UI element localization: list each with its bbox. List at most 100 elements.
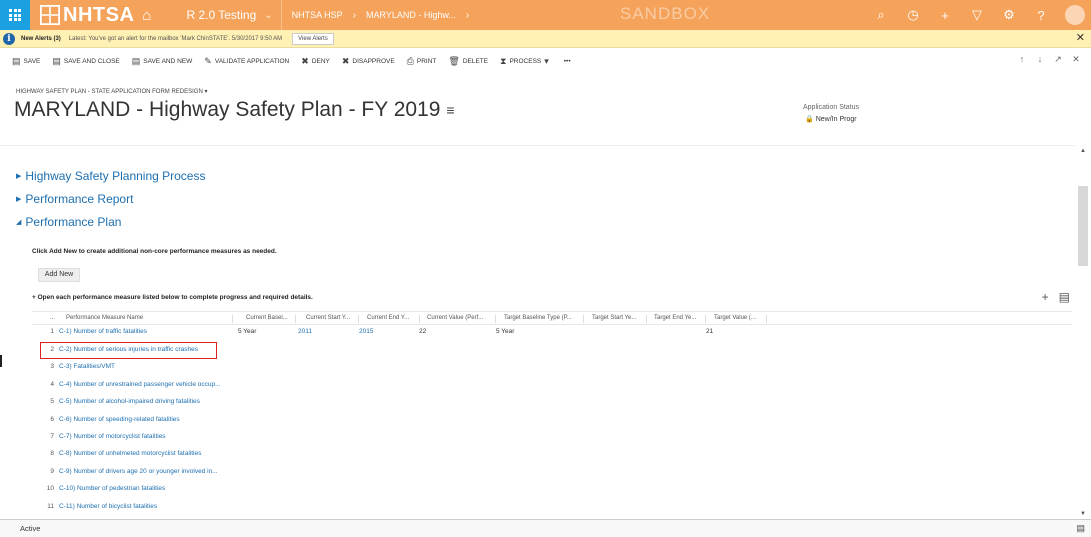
- process-icon: ⧗: [500, 55, 507, 66]
- column-divider: [705, 315, 706, 323]
- save-label: SAVE: [23, 57, 41, 65]
- table-row[interactable]: 5 C-5) Number of alcohol-impaired drivin…: [32, 394, 1072, 411]
- target-value-cell: 21: [706, 328, 714, 335]
- save-and-close-button[interactable]: ▤ SAVE AND CLOSE: [52, 56, 119, 67]
- measure-name-link[interactable]: C-6) Number of speeding-related fataliti…: [59, 416, 180, 423]
- deny-button[interactable]: ✖ DENY: [301, 56, 330, 67]
- section-performance-plan[interactable]: ◢ Performance Plan: [16, 215, 121, 229]
- nhtsa-logo[interactable]: NHTSA: [40, 0, 134, 30]
- save-button[interactable]: ▤ SAVE: [12, 56, 40, 67]
- page-title: MARYLAND - Highway Safety Plan - FY 2019…: [14, 98, 455, 122]
- end-year-cell[interactable]: 2015: [359, 328, 373, 335]
- column-header[interactable]: Current End Y...: [367, 315, 409, 321]
- table-row[interactable]: 8 C-8) Number of unhelmeted motorcyclist…: [32, 446, 1072, 463]
- scroll-down-icon[interactable]: ▼: [1080, 511, 1086, 517]
- disapprove-button[interactable]: ✖ DISAPPROVE: [342, 56, 395, 67]
- measure-name-link[interactable]: C-8) Number of unhelmeted motorcyclist f…: [59, 450, 201, 457]
- scroll-up-icon[interactable]: ▲: [1080, 148, 1086, 154]
- scroll-thumb[interactable]: [1078, 186, 1088, 266]
- print-button[interactable]: ⎙ PRINT: [407, 56, 437, 67]
- measure-name-link[interactable]: C-1) Number of traffic fatalities: [59, 328, 147, 335]
- home-icon[interactable]: ⌂: [142, 7, 151, 24]
- add-new-button[interactable]: Add New: [38, 268, 80, 282]
- disapprove-label: DISAPPROVE: [352, 57, 395, 65]
- column-header[interactable]: Target End Ye...: [654, 315, 696, 321]
- help-icon[interactable]: ?: [1025, 8, 1057, 23]
- form-selector[interactable]: HIGHWAY SAFETY PLAN - STATE APPLICATION …: [16, 88, 208, 95]
- column-header[interactable]: Current Start Y...: [306, 315, 350, 321]
- table-row[interactable]: 10 C-10) Number of pedestrian fatalities: [32, 481, 1072, 498]
- status-footer: Active ▤: [0, 519, 1091, 537]
- measure-name-link[interactable]: C-11) Number of bicyclist fatalities: [59, 503, 157, 510]
- release-label: R 2.0 Testing: [186, 8, 257, 22]
- breadcrumb-nhtsa-hsp[interactable]: NHTSA HSP ›: [292, 10, 356, 21]
- view-alerts-button[interactable]: View Alerts: [292, 32, 334, 45]
- alert-message: Latest: You've got an alert for the mail…: [68, 35, 283, 42]
- breadcrumb-record[interactable]: MARYLAND - Highw... ›: [366, 10, 469, 21]
- save-new-label: SAVE AND NEW: [143, 57, 193, 65]
- measure-name-link[interactable]: C-10) Number of pedestrian fatalities: [59, 485, 165, 492]
- table-row[interactable]: 6 C-6) Number of speeding-related fatali…: [32, 412, 1072, 429]
- create-icon[interactable]: +: [929, 8, 961, 23]
- table-row[interactable]: 11 C-11) Number of bicyclist fatalities: [32, 499, 1072, 516]
- row-number: 6: [50, 416, 54, 423]
- save-and-new-button[interactable]: ▤ SAVE AND NEW: [132, 56, 193, 67]
- status-value-text: New/In Progr: [815, 115, 857, 123]
- save-icon[interactable]: ▤: [1076, 523, 1085, 534]
- sandbox-watermark: SANDBOX: [620, 4, 711, 23]
- validate-icon: ✎: [204, 55, 212, 66]
- measure-name-link[interactable]: C-4) Number of unrestrained passenger ve…: [59, 381, 221, 388]
- section-performance-report[interactable]: ▶ Performance Report: [16, 192, 133, 206]
- alert-bar: i New Alerts (3) Latest: You've got an a…: [0, 30, 1091, 48]
- section-highway-safety-planning[interactable]: ▶ Highway Safety Planning Process: [16, 169, 205, 183]
- grid-view-icon[interactable]: ▤: [1059, 291, 1070, 303]
- close-icon[interactable]: ✕: [1076, 31, 1085, 44]
- measure-name-link[interactable]: C-5) Number of alcohol-impaired driving …: [59, 398, 200, 405]
- validate-application-button[interactable]: ✎ VALIDATE APPLICATION: [204, 56, 289, 67]
- table-row[interactable]: 3 C-3) Fatalities/VMT: [32, 359, 1072, 376]
- recent-icon[interactable]: ◷: [897, 7, 929, 23]
- column-header[interactable]: Target Baseline Type (P...: [504, 315, 572, 321]
- table-row[interactable]: 1 C-1) Number of traffic fatalities 5 Ye…: [32, 324, 1072, 341]
- avatar[interactable]: [1065, 5, 1085, 25]
- add-record-icon[interactable]: +: [1042, 291, 1049, 303]
- process-button[interactable]: ⧗ PROCESS ▾: [500, 56, 552, 67]
- column-header[interactable]: Current Basel...: [246, 315, 288, 321]
- grid-header: ... Performance Measure Name Current Bas…: [32, 311, 1072, 325]
- column-header[interactable]: Current Value (Perf...: [427, 315, 483, 321]
- pop-out-icon[interactable]: ↗: [1049, 54, 1067, 65]
- table-row[interactable]: 9 C-9) Number of drivers age 20 or young…: [32, 464, 1072, 481]
- column-divider: [419, 315, 420, 323]
- close-icon[interactable]: ✕: [1067, 54, 1085, 65]
- more-commands-button[interactable]: •••: [564, 58, 571, 65]
- table-row[interactable]: 4 C-4) Number of unrestrained passenger …: [32, 377, 1072, 394]
- start-year-cell[interactable]: 2011: [298, 328, 312, 335]
- filter-icon[interactable]: ▽: [961, 7, 993, 23]
- triangle-right-icon: ▶: [16, 173, 22, 180]
- vertical-scrollbar[interactable]: ▲ ▼: [1075, 146, 1091, 519]
- measure-name-link[interactable]: C-3) Fatalities/VMT: [59, 363, 115, 370]
- arrow-down-icon[interactable]: ↓: [1031, 54, 1049, 65]
- column-header[interactable]: Performance Measure Name: [66, 315, 143, 321]
- release-selector[interactable]: R 2.0 Testing ⌄: [186, 8, 272, 22]
- arrow-up-icon[interactable]: ↑: [1013, 54, 1031, 65]
- column-header[interactable]: Target Start Ye...: [592, 315, 636, 321]
- row-number: 8: [50, 450, 54, 457]
- command-bar: ▤ SAVE ▤ SAVE AND CLOSE ▤ SAVE AND NEW ✎ VAL…: [0, 52, 1091, 70]
- search-icon[interactable]: ⌕: [865, 7, 897, 23]
- column-divider: [766, 315, 767, 323]
- app-launcher-button[interactable]: [0, 0, 30, 30]
- hamburger-menu-icon[interactable]: ≡: [446, 102, 454, 118]
- measure-name-link[interactable]: C-7) Number of motorcyclist fatalities: [59, 433, 166, 440]
- column-header[interactable]: Target Value (...: [714, 315, 756, 321]
- breadcrumb-label: MARYLAND - Highw...: [366, 10, 456, 20]
- table-row[interactable]: 7 C-7) Number of motorcyclist fatalities: [32, 429, 1072, 446]
- settings-icon[interactable]: ⚙: [993, 7, 1025, 23]
- row-number: 11: [47, 503, 54, 510]
- measure-name-link[interactable]: C-9) Number of drivers age 20 or younger…: [59, 468, 218, 475]
- nav-divider: [280, 0, 282, 30]
- select-all-column[interactable]: ...: [50, 315, 55, 321]
- validate-label: VALIDATE APPLICATION: [214, 57, 290, 65]
- delete-button[interactable]: 🗑 DELETE: [448, 56, 488, 67]
- chevron-down-icon: ⌄: [264, 9, 273, 21]
